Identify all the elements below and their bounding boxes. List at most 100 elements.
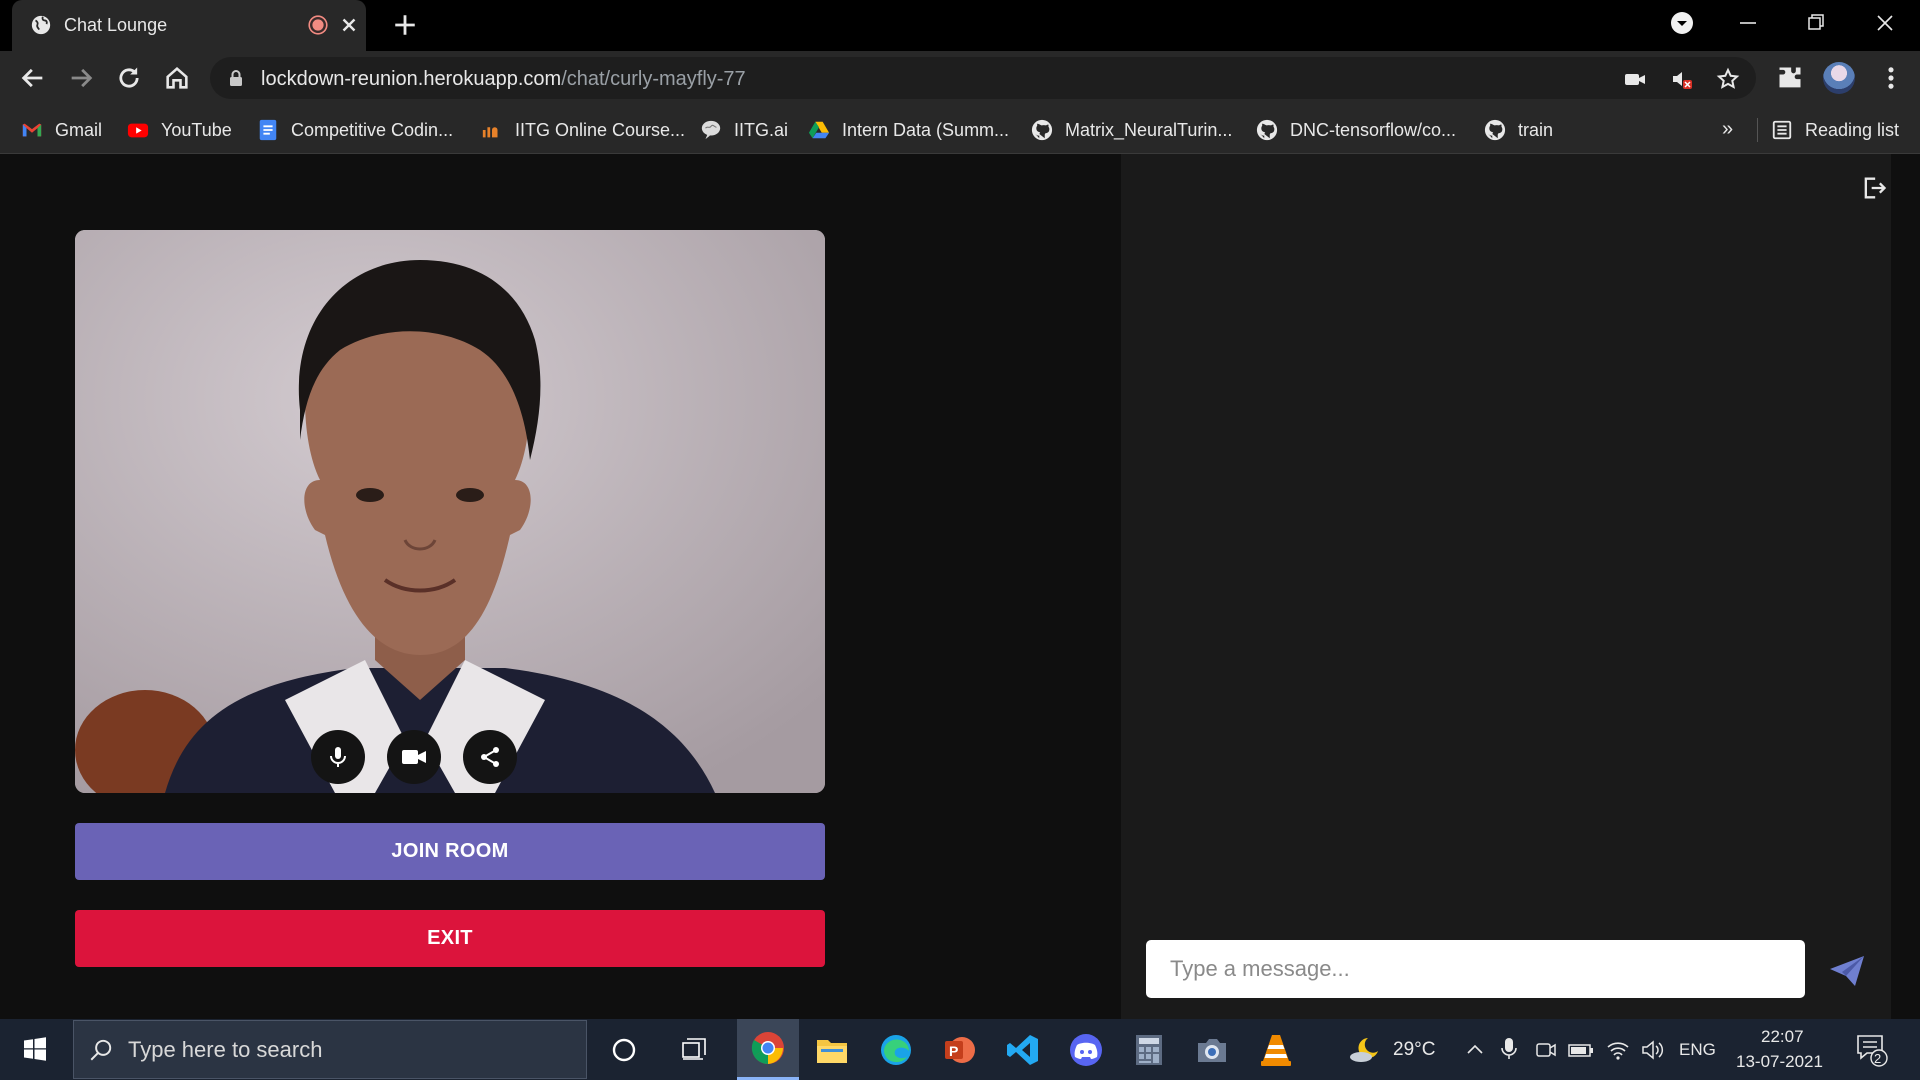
- browser-menu-icon[interactable]: [1877, 64, 1905, 92]
- bookmark-iitg-ai[interactable]: IITG.ai: [700, 106, 788, 154]
- windows-taskbar: Type here to search P 29°C ENG 22:07 13-…: [0, 1019, 1920, 1080]
- wifi-icon[interactable]: [1606, 1039, 1630, 1061]
- bookmark-label: IITG Online Course...: [515, 119, 686, 140]
- video-camera-icon: [402, 750, 426, 764]
- camera-app-icon: [1198, 1038, 1226, 1062]
- taskbar-edge[interactable]: [865, 1019, 927, 1080]
- taskbar-camera[interactable]: [1181, 1019, 1243, 1080]
- page-content: JOIN ROOM EXIT: [0, 154, 1920, 1019]
- send-icon[interactable]: [1828, 954, 1866, 988]
- profile-avatar[interactable]: [1823, 62, 1855, 94]
- vscode-icon: [1007, 1034, 1038, 1065]
- clock-date[interactable]: 13-07-2021: [1736, 1052, 1823, 1072]
- bookmark-train[interactable]: train: [1484, 106, 1553, 154]
- bookmark-gmail[interactable]: Gmail: [21, 106, 102, 154]
- cortana-icon: [612, 1038, 636, 1061]
- taskbar-vlc[interactable]: [1245, 1019, 1307, 1080]
- notification-count: 2: [1874, 1051, 1882, 1066]
- weather-icon[interactable]: [1348, 1034, 1382, 1064]
- tab-title: Chat Lounge: [64, 15, 168, 35]
- volume-icon[interactable]: [1641, 1039, 1665, 1061]
- bookmark-youtube[interactable]: YouTube: [127, 106, 232, 154]
- reload-icon[interactable]: [115, 64, 143, 92]
- chrome-icon: [751, 1032, 784, 1065]
- github-icon: [1031, 119, 1053, 141]
- tray-microphone-icon[interactable]: [1499, 1037, 1519, 1061]
- url-path: /chat/curly-mayfly-77: [561, 68, 746, 90]
- tab-close-icon[interactable]: [338, 14, 360, 36]
- back-icon[interactable]: [19, 64, 47, 92]
- forward-icon[interactable]: [67, 64, 95, 92]
- taskbar-search-box[interactable]: Type here to search: [73, 1020, 587, 1079]
- taskbar-chrome[interactable]: [737, 1019, 799, 1080]
- home-icon[interactable]: [163, 64, 191, 92]
- reading-list-icon: [1772, 120, 1792, 140]
- taskbar-powerpoint[interactable]: P: [928, 1019, 990, 1080]
- bookmark-dnc-tensorflow[interactable]: DNC-tensorflow/co...: [1256, 106, 1456, 154]
- camera-in-use-icon[interactable]: [1623, 67, 1647, 91]
- task-view-button[interactable]: [664, 1019, 726, 1080]
- url-host: lockdown-reunion.herokuapp.com: [261, 68, 562, 90]
- taskbar-discord[interactable]: [1055, 1019, 1117, 1080]
- tab-strip: Chat Lounge: [0, 0, 1920, 51]
- clock-time[interactable]: 22:07: [1761, 1027, 1804, 1047]
- bookmarks-divider: [1757, 118, 1758, 142]
- tab-search-icon[interactable]: [1664, 8, 1700, 38]
- cortana-button[interactable]: [593, 1019, 655, 1080]
- folder-icon: [817, 1039, 847, 1063]
- docs-icon: [259, 119, 277, 141]
- tray-expand-icon[interactable]: [1465, 1040, 1485, 1060]
- microphone-button[interactable]: [311, 730, 365, 784]
- powerpoint-icon: P: [945, 1036, 975, 1063]
- battery-icon[interactable]: [1568, 1040, 1594, 1060]
- bookmark-label: train: [1518, 119, 1554, 140]
- reading-list-button[interactable]: Reading list: [1771, 106, 1899, 154]
- recording-indicator-icon: [310, 17, 326, 33]
- course-icon: [482, 127, 498, 138]
- discord-icon: [1070, 1033, 1102, 1066]
- brain-icon: [701, 120, 721, 140]
- new-tab-icon[interactable]: [392, 12, 418, 38]
- notification-center-icon[interactable]: [1855, 1033, 1889, 1067]
- chat-panel: [1121, 154, 1891, 1019]
- logout-icon[interactable]: [1860, 174, 1888, 202]
- exit-button[interactable]: EXIT: [75, 910, 825, 967]
- bookmark-iitg-online-course[interactable]: IITG Online Course...: [481, 106, 685, 154]
- bookmark-matrix-neuralturing[interactable]: Matrix_NeuralTurin...: [1031, 106, 1232, 154]
- media-blocked-icon[interactable]: [1670, 67, 1694, 91]
- local-video-feed: [75, 230, 825, 793]
- bookmark-intern-data[interactable]: Intern Data (Summ...: [808, 106, 1009, 154]
- lock-icon[interactable]: [228, 69, 244, 87]
- bookmark-competitive-coding[interactable]: Competitive Codin...: [257, 106, 453, 154]
- search-icon: [90, 1039, 112, 1060]
- bookmark-label: Competitive Codin...: [291, 119, 454, 140]
- message-input[interactable]: [1146, 940, 1805, 998]
- bookmark-star-icon[interactable]: [1716, 67, 1740, 91]
- tray-meet-icon[interactable]: [1535, 1039, 1557, 1061]
- share-button[interactable]: [463, 730, 517, 784]
- url-text[interactable]: lockdown-reunion.herokuapp.com/chat/curl…: [261, 68, 746, 91]
- window-close-icon[interactable]: [1867, 8, 1903, 38]
- browser-tab[interactable]: Chat Lounge: [12, 0, 366, 51]
- reading-list-label: Reading list: [1805, 119, 1900, 140]
- weather-temperature[interactable]: 29°C: [1393, 1039, 1435, 1061]
- taskbar-search-placeholder: Type here to search: [128, 1036, 323, 1062]
- vlc-icon: [1261, 1034, 1291, 1066]
- task-view-icon: [682, 1037, 706, 1060]
- camera-button[interactable]: [387, 730, 441, 784]
- address-bar[interactable]: lockdown-reunion.herokuapp.com/chat/curl…: [210, 57, 1756, 99]
- language-indicator[interactable]: ENG: [1679, 1040, 1716, 1060]
- windows-start-icon[interactable]: [23, 1037, 47, 1061]
- taskbar-file-explorer[interactable]: [801, 1019, 863, 1080]
- more-bookmarks-button[interactable]: »: [1722, 118, 1733, 141]
- browser-toolbar: lockdown-reunion.herokuapp.com/chat/curl…: [0, 51, 1920, 106]
- join-room-button[interactable]: JOIN ROOM: [75, 823, 825, 880]
- bookmarks-bar: Gmail YouTube Competitive Codin... IITG …: [0, 106, 1920, 154]
- restore-icon[interactable]: [1798, 8, 1834, 38]
- taskbar-vscode[interactable]: [992, 1019, 1054, 1080]
- taskbar-calculator[interactable]: [1118, 1019, 1180, 1080]
- video-frame-image: [75, 230, 825, 793]
- github-icon: [1484, 119, 1506, 141]
- extensions-icon[interactable]: [1776, 64, 1804, 92]
- minimize-icon[interactable]: [1730, 8, 1766, 38]
